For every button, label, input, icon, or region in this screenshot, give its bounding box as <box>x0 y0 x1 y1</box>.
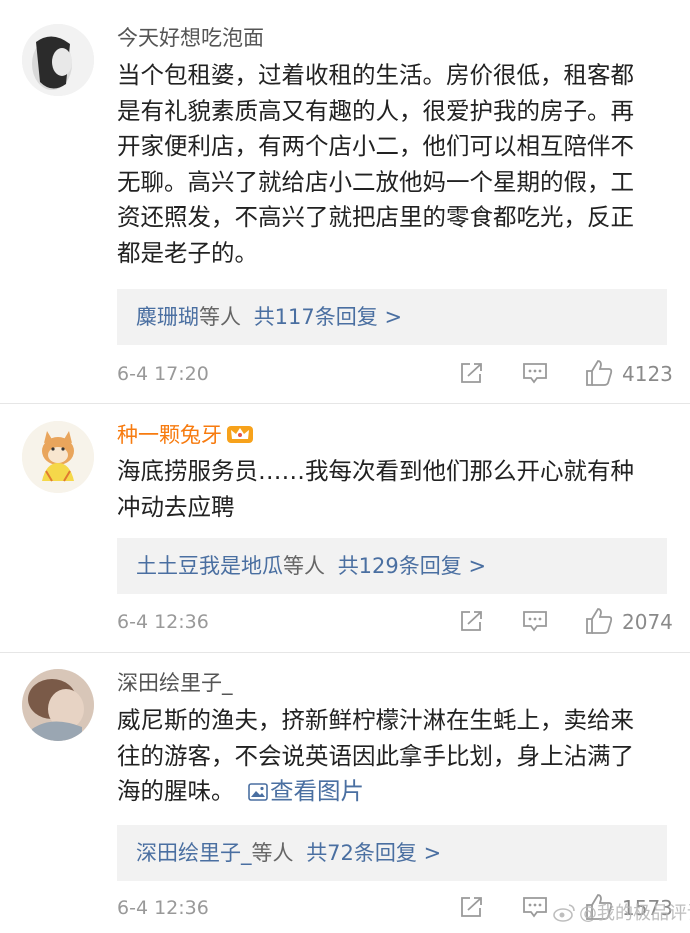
comment-text: 威尼斯的渔夫，挤新鲜柠檬汁淋在生蚝上，卖给来 往的游客，不会说英语因此拿手比划，… <box>117 703 673 810</box>
comment-icon[interactable] <box>522 361 548 394</box>
watermark-text: @我的极品评论 <box>579 903 690 924</box>
replies-preview[interactable]: 土土豆我是地瓜等人 共129条回复 > <box>117 538 667 594</box>
reply-count-link[interactable]: 共117条回复 > <box>254 305 402 329</box>
comment-item: 深田绘里子_ 威尼斯的渔夫，挤新鲜柠檬汁淋在生蚝上，卖给来 往的游客，不会说英语… <box>0 653 690 933</box>
comment-line: 威尼斯的渔夫，挤新鲜柠檬汁淋在生蚝上，卖给来 <box>117 706 634 734</box>
comment-item: 今天好想吃泡面 当个包租婆，过着收租的生活。房价很低，租客都 是有礼貌素质高又有… <box>0 0 690 403</box>
like-count: 2074 <box>622 610 673 634</box>
comment-line-text: 海的腥味。 <box>117 777 235 805</box>
reply-count-link[interactable]: 共72条回复 > <box>306 841 441 865</box>
avatar-image <box>22 24 94 96</box>
like-icon[interactable] <box>585 359 613 396</box>
image-icon <box>248 783 268 801</box>
username[interactable]: 今天好想吃泡面 <box>117 24 264 52</box>
comment-meta: 6-4 12:36 2074 <box>117 607 677 637</box>
comment-line: 海底捞服务员……我每次看到他们那么开心就有种 <box>117 457 634 485</box>
comment-line: 是有礼貌素质高又有趣的人，很爱护我的房子。再 <box>117 96 634 125</box>
reply-user-link[interactable]: 麋珊瑚 <box>136 305 199 329</box>
avatar[interactable] <box>22 421 94 493</box>
crown-badge-icon <box>226 422 254 451</box>
comment-text: 海底捞服务员……我每次看到他们那么开心就有种 冲动去应聘 <box>117 454 673 525</box>
username[interactable]: 种一颗兔牙 <box>117 421 254 451</box>
comment-line: 资还照发，不高兴了就把店里的零食都吃光，反正 <box>117 203 634 231</box>
reply-others-label: 等人 <box>283 554 325 578</box>
comment-meta: 6-4 17:20 4123 <box>117 359 677 389</box>
like-count: 4123 <box>622 362 673 386</box>
weibo-logo-icon <box>552 902 576 927</box>
reply-others-label: 等人 <box>199 305 241 329</box>
like-icon[interactable] <box>585 607 613 644</box>
comment-item: 种一颗兔牙 海底捞服务员……我每次看到他们那么开心就有种 冲动去应聘 土土豆我是… <box>0 404 690 652</box>
share-icon[interactable] <box>459 895 485 928</box>
avatar[interactable] <box>22 669 94 741</box>
comment-line: 海的腥味。 查看图片 <box>117 774 673 810</box>
comment-line: 都是老子的。 <box>117 238 258 267</box>
reply-others-label: 等人 <box>251 841 294 865</box>
share-icon[interactable] <box>459 609 485 642</box>
timestamp: 6-4 17:20 <box>117 363 209 385</box>
comment-text: 当个包租婆，过着收租的生活。房价很低，租客都 是有礼貌素质高又有趣的人，很爱护我… <box>117 58 673 271</box>
reply-user-link[interactable]: 深田绘里子_ <box>136 841 252 865</box>
avatar-image <box>22 421 94 493</box>
share-icon[interactable] <box>459 361 485 394</box>
watermark: @我的极品评论 <box>552 899 690 927</box>
timestamp: 6-4 12:36 <box>117 611 209 633</box>
comment-icon[interactable] <box>522 895 548 928</box>
replies-preview[interactable]: 深田绘里子_等人 共72条回复 > <box>117 825 667 881</box>
view-image-label: 查看图片 <box>269 777 364 805</box>
view-image-link[interactable]: 查看图片 <box>248 777 364 805</box>
comment-line: 往的游客，不会说英语因此拿手比划，身上沾满了 <box>117 741 634 770</box>
comment-line: 冲动去应聘 <box>117 492 235 521</box>
avatar[interactable] <box>22 24 94 96</box>
replies-preview[interactable]: 麋珊瑚等人 共117条回复 > <box>117 289 667 345</box>
username-text: 种一颗兔牙 <box>117 423 222 447</box>
timestamp: 6-4 12:36 <box>117 897 209 919</box>
avatar-image <box>22 669 94 741</box>
comment-line: 当个包租婆，过着收租的生活。房价很低，租客都 <box>117 61 634 89</box>
reply-user-link[interactable]: 土土豆我是地瓜 <box>136 554 283 578</box>
comment-icon[interactable] <box>522 609 548 642</box>
comment-line: 无聊。高兴了就给店小二放他妈一个星期的假，工 <box>117 167 634 196</box>
comment-line: 开家便利店，有两个店小二，他们可以相互陪伴不 <box>117 132 634 160</box>
reply-count-link[interactable]: 共129条回复 > <box>338 554 486 578</box>
username[interactable]: 深田绘里子_ <box>117 669 233 697</box>
